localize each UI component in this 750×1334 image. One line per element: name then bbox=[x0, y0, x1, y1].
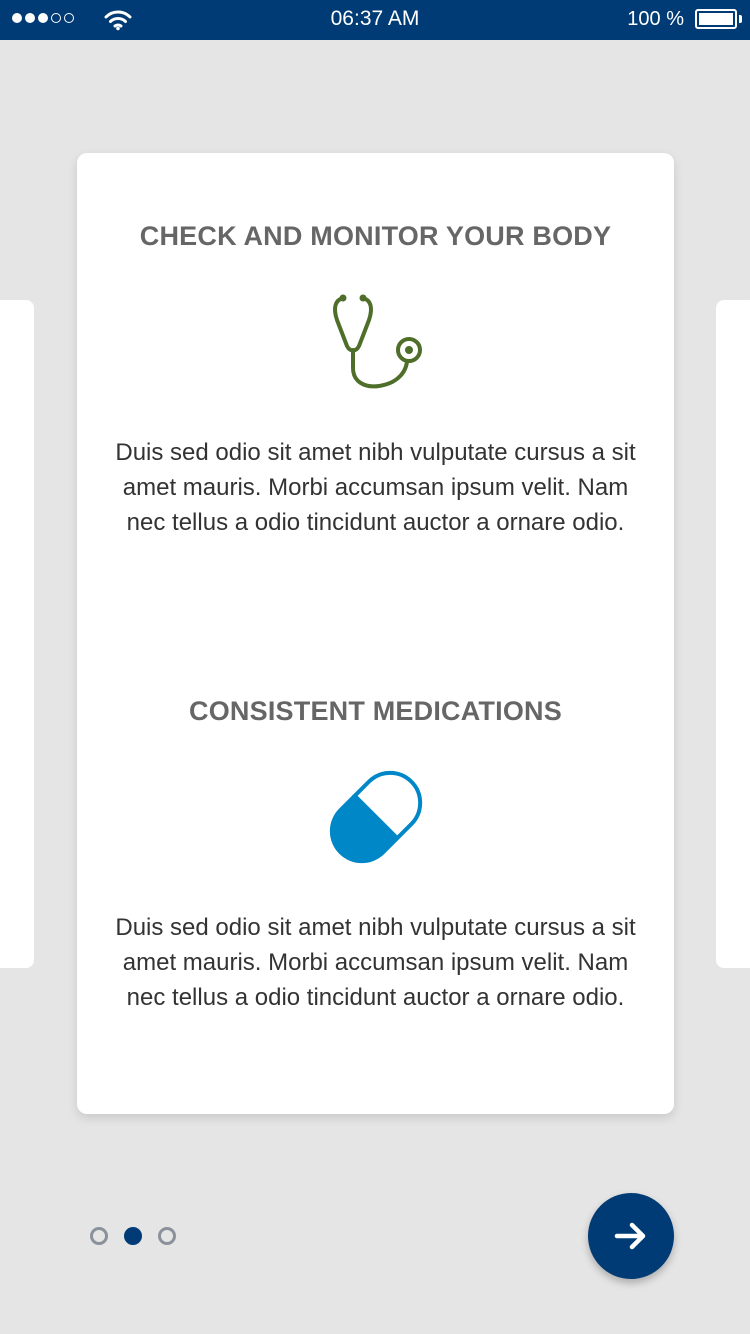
feature-monitor-body: CHECK AND MONITOR YOUR BODY Duis sed odi… bbox=[77, 221, 674, 540]
page-indicator bbox=[90, 1227, 176, 1245]
battery-fill bbox=[699, 13, 733, 25]
arrow-right-icon bbox=[614, 1222, 646, 1250]
stethoscope-icon bbox=[332, 294, 422, 389]
next-button[interactable] bbox=[588, 1193, 674, 1279]
pill-icon bbox=[329, 770, 422, 864]
next-card-peek[interactable] bbox=[716, 300, 750, 968]
feature-description: Duis sed odio sit amet nibh vulputate cu… bbox=[115, 914, 636, 1011]
feature-title: CHECK AND MONITOR YOUR BODY bbox=[139, 221, 612, 251]
feature-title: CONSISTENT MEDICATIONS bbox=[189, 696, 562, 726]
feature-medications: CONSISTENT MEDICATIONS Duis sed odio sit… bbox=[77, 696, 674, 1015]
page-dot[interactable] bbox=[90, 1227, 108, 1245]
battery-cap bbox=[739, 15, 742, 23]
previous-card-peek[interactable] bbox=[0, 300, 34, 968]
status-bar: 06:37 AM 100 % bbox=[0, 0, 750, 40]
battery-icon bbox=[695, 9, 737, 29]
page-dot-active[interactable] bbox=[124, 1227, 142, 1245]
page-dot[interactable] bbox=[158, 1227, 176, 1245]
onboarding-card: CHECK AND MONITOR YOUR BODY Duis sed odi… bbox=[77, 153, 674, 1114]
feature-description: Duis sed odio sit amet nibh vulputate cu… bbox=[115, 439, 636, 536]
battery-percent: 100 % bbox=[627, 8, 684, 30]
